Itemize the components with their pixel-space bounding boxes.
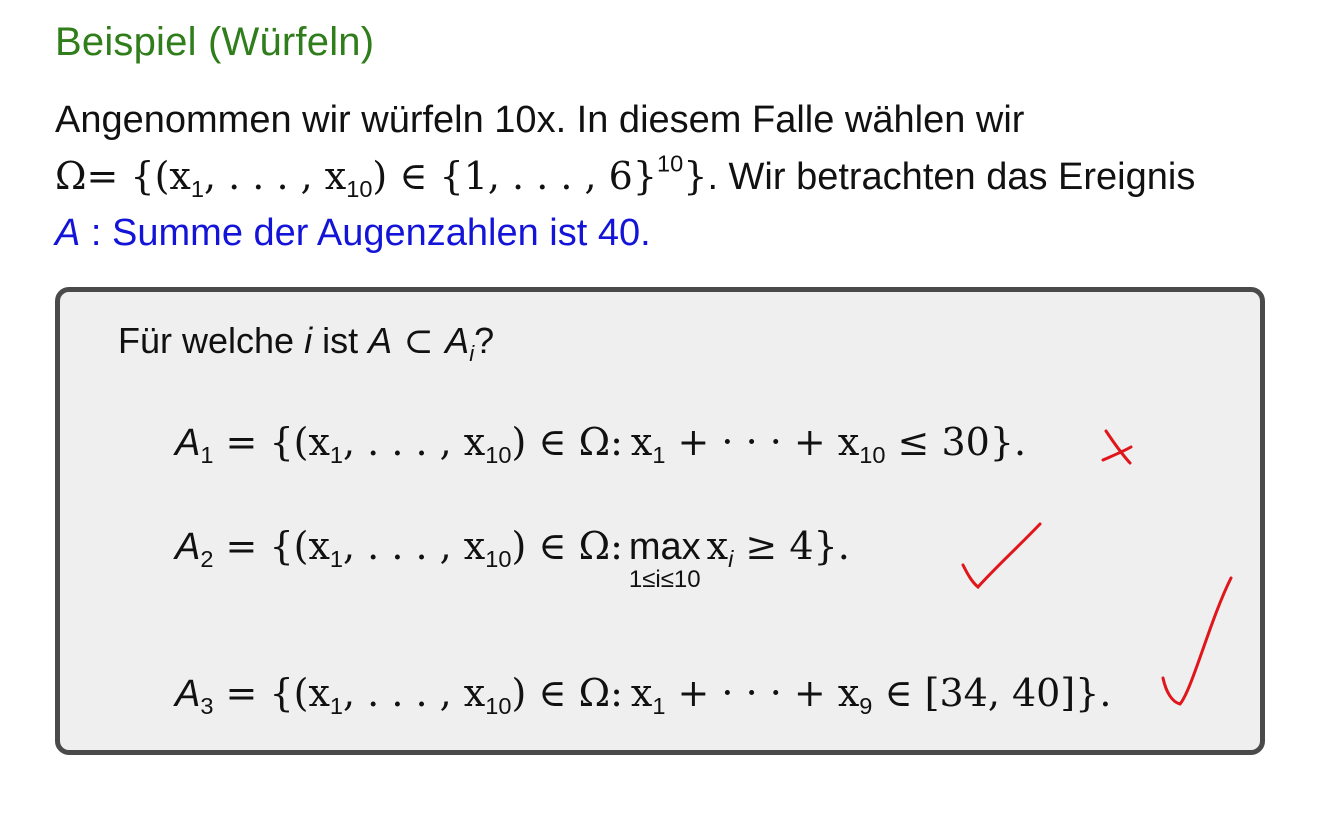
intro-paragraph: Angenommen wir würfeln 10x. In diesem Fa… [55, 92, 1195, 261]
intro-line-1: Angenommen wir würfeln 10x. In diesem Fa… [55, 99, 1025, 141]
intro-line-2: Ω= {(x1, . . . , x10) ∈ {1, . . . , 6}10… [55, 150, 1196, 203]
max-range: 1≤i≤10 [628, 566, 701, 593]
question-text: Für welche i ist A ⊂ Ai? [118, 320, 495, 366]
equation-a3: A3 = {(x1, . . . , x10) ∈ Ω: x1 + · · · +… [175, 671, 1112, 720]
equation-a2: A2 = {(x1, . . . , x10) ∈ Ω: max 1≤i≤10 xi … [175, 524, 850, 593]
omega-symbol: Ω [55, 154, 87, 198]
question-box: Für welche i ist A ⊂ Ai? A1 = {(x1, . . … [55, 287, 1265, 755]
slide-title: Beispiel (Würfeln) [55, 20, 375, 64]
max-operator: max 1≤i≤10 [628, 526, 701, 593]
event-definition: A : Summe der Augenzahlen ist 40. [55, 212, 651, 254]
equation-a1: A1 = {(x1, . . . , x10) ∈ Ω: x1 + · · · +… [175, 420, 1027, 469]
